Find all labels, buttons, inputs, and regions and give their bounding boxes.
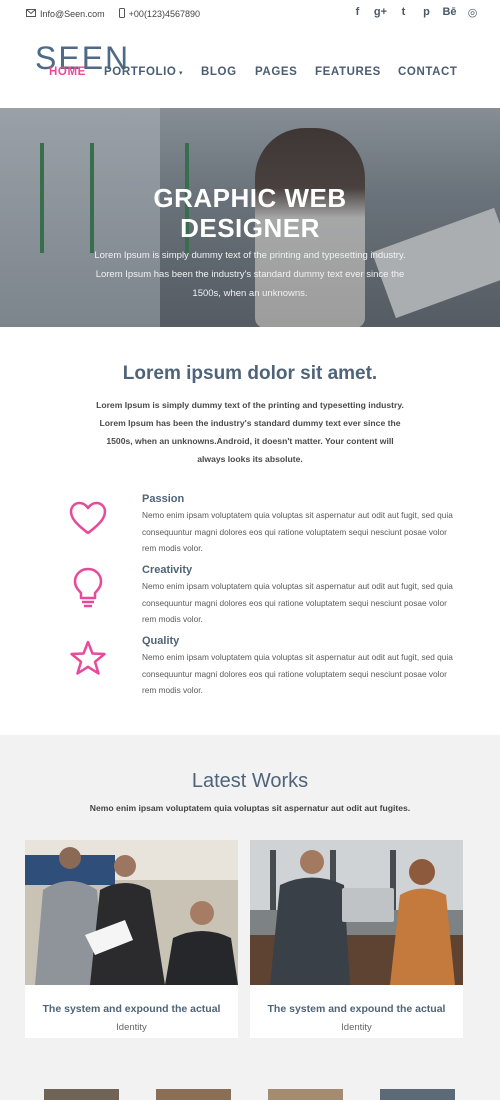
hero-description: Lorem Ipsum is simply dummy text of the …	[94, 250, 406, 299]
google-plus-icon[interactable]: g+	[369, 6, 392, 19]
email-text: Info@Seen.com	[40, 9, 105, 19]
work-category: Identity	[341, 1022, 372, 1033]
work-image[interactable]	[25, 840, 238, 985]
email-item[interactable]: Info@Seen.com	[26, 9, 105, 19]
hero-title: GRAPHIC WEB DESIGNER	[0, 183, 500, 243]
feature-description: Nemo enim ipsam voluptatem quia voluptas…	[142, 510, 453, 553]
nav-home[interactable]: HOME	[49, 66, 86, 78]
hero-title-line2: DESIGNER	[180, 213, 320, 243]
work-title[interactable]: The system and expound the actual	[25, 1003, 238, 1015]
feature-quality: Quality Nemo enim ipsam voluptatem quia …	[0, 635, 500, 705]
facebook-icon[interactable]: f	[346, 6, 369, 19]
intro-title: Lorem ipsum dolor sit amet.	[122, 363, 378, 384]
work-title[interactable]: The system and expound the actual	[250, 1003, 463, 1015]
work-thumbnail[interactable]	[380, 1089, 455, 1100]
feature-name: Creativity	[142, 564, 193, 576]
feature-description: Nemo enim ipsam voluptatem quia voluptas…	[142, 652, 453, 695]
work-category: Identity	[116, 1022, 147, 1033]
caret-down-icon: ▾	[176, 70, 184, 77]
work-card[interactable]: The system and expound the actual Identi…	[25, 840, 238, 1038]
latest-works-section: Latest Works Nemo enim ipsam voluptatem …	[0, 735, 500, 1100]
nav-portfolio[interactable]: PORTFOLIO ▾	[104, 66, 183, 78]
hero-title-line1: GRAPHIC WEB	[153, 183, 347, 213]
twitter-icon[interactable]: t	[392, 6, 415, 19]
nav-features[interactable]: FEATURES	[315, 66, 381, 78]
contact-info: Info@Seen.com +00(123)4567890	[26, 8, 214, 20]
top-bar: Info@Seen.com +00(123)4567890 f g+ t p B…	[0, 0, 500, 28]
work-thumbnail[interactable]	[156, 1089, 231, 1100]
work-image[interactable]	[250, 840, 463, 985]
star-icon	[68, 639, 108, 679]
social-links: f g+ t p Bē ◎	[346, 6, 484, 19]
feature-creativity: Creativity Nemo enim ipsam voluptatem qu…	[0, 564, 500, 634]
work-card[interactable]: The system and expound the actual Identi…	[250, 840, 463, 1038]
work-thumbnail[interactable]	[44, 1089, 119, 1100]
feature-name: Quality	[142, 635, 180, 647]
nav-pages[interactable]: PAGES	[255, 66, 297, 78]
works-title: Latest Works	[191, 770, 309, 792]
hero-banner: GRAPHIC WEB DESIGNER Lorem Ipsum is simp…	[0, 108, 500, 327]
lightbulb-icon	[68, 566, 108, 608]
pinterest-icon[interactable]: p	[415, 6, 438, 19]
nav-portfolio-label: PORTFOLIO	[104, 66, 177, 78]
phone-text: +00(123)4567890	[128, 9, 200, 19]
works-subtitle: Nemo enim ipsam voluptatem quia voluptas…	[89, 803, 411, 813]
dribbble-icon[interactable]: ◎	[461, 6, 484, 19]
work-thumbnail[interactable]	[268, 1089, 343, 1100]
feature-description: Nemo enim ipsam voluptatem quia voluptas…	[142, 581, 453, 624]
nav-blog[interactable]: BLOG	[201, 66, 237, 78]
site-header: SEEN HOME PORTFOLIO ▾ BLOG PAGES FEATURE…	[0, 28, 500, 108]
feature-name: Passion	[142, 493, 185, 505]
mobile-phone-icon	[118, 8, 125, 20]
nav-contact[interactable]: CONTACT	[398, 66, 458, 78]
heart-icon	[68, 499, 108, 539]
intro-text: Lorem Ipsum is simply dummy text of the …	[96, 400, 404, 464]
behance-icon[interactable]: Bē	[438, 6, 461, 19]
phone-item[interactable]: +00(123)4567890	[118, 8, 200, 20]
feature-passion: Passion Nemo enim ipsam voluptatem quia …	[0, 493, 500, 563]
envelope-icon	[26, 9, 36, 19]
